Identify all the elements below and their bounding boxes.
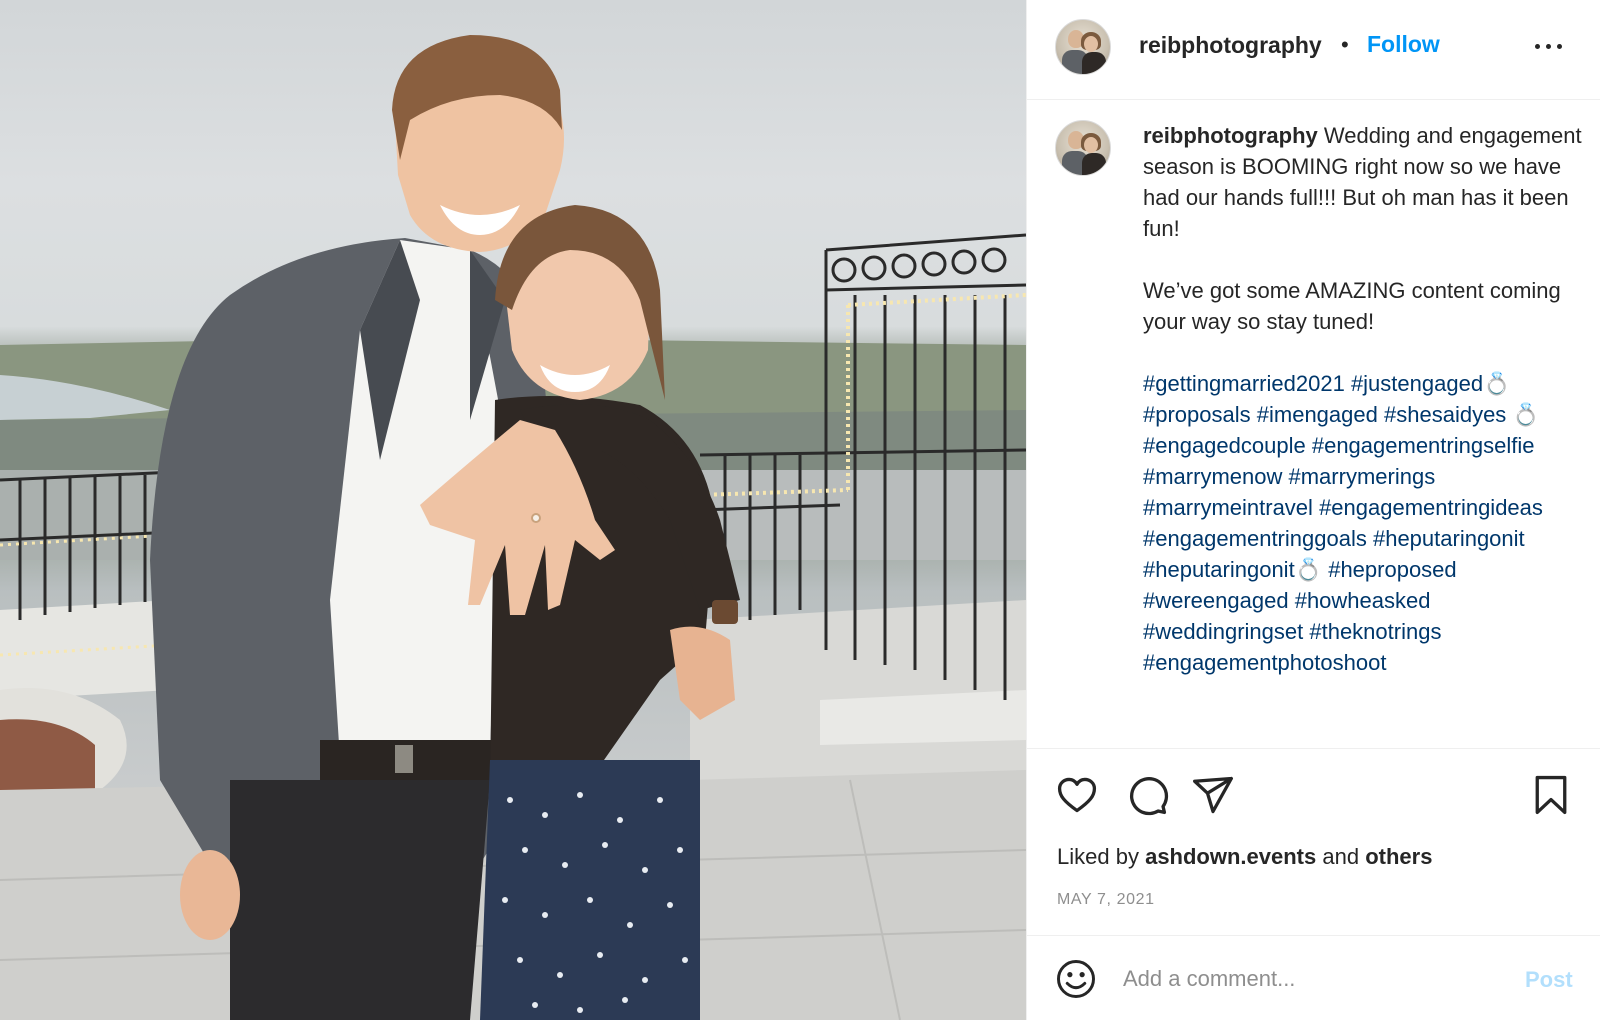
hashtag[interactable]: #heputaringonit [1373, 526, 1525, 551]
caption-avatar[interactable] [1055, 120, 1111, 176]
hashtag[interactable]: #shesaidyes 💍 [1384, 402, 1540, 427]
hashtag[interactable]: #wereengaged [1143, 588, 1289, 613]
username[interactable]: reibphotography [1139, 32, 1322, 59]
post-photo [0, 0, 1026, 1020]
caption-area: reibphotography Wedding and engagement s… [1027, 100, 1600, 748]
likes-conjunction: and [1322, 844, 1360, 869]
post-sidebar: reibphotography • Follow reibphotography… [1026, 0, 1600, 1020]
comment-input[interactable] [1123, 958, 1503, 1000]
hashtag-list: #gettingmarried2021 #justengaged💍 #propo… [1143, 368, 1583, 678]
more-options-icon[interactable] [1533, 34, 1565, 58]
hashtag[interactable]: #theknotrings [1309, 619, 1441, 644]
post-header: reibphotography • Follow [1027, 0, 1600, 100]
liked-by-others[interactable]: others [1365, 844, 1432, 869]
paper-plane-icon[interactable] [1191, 773, 1235, 817]
bookmark-icon[interactable] [1529, 773, 1573, 817]
comment-bar: Post [1027, 936, 1600, 1020]
hashtag[interactable]: #howheasked [1295, 588, 1431, 613]
hashtag[interactable]: #proposals [1143, 402, 1251, 427]
likes-prefix: Liked by [1057, 844, 1139, 869]
hashtag[interactable]: #engagementphotoshoot [1143, 650, 1386, 675]
hashtag[interactable]: #gettingmarried2021 [1143, 371, 1345, 396]
smiley-icon[interactable] [1055, 958, 1097, 1000]
follow-button[interactable]: Follow [1367, 31, 1440, 58]
hashtag[interactable]: #marrymenow [1143, 464, 1282, 489]
hashtag[interactable]: #marrymeintravel [1143, 495, 1313, 520]
hashtag[interactable]: #weddingringset [1143, 619, 1303, 644]
post-actions: Liked by ashdown.events and others MAY 7… [1027, 748, 1600, 936]
caption: reibphotography Wedding and engagement s… [1143, 120, 1583, 678]
hashtag[interactable]: #justengaged💍 [1351, 371, 1511, 396]
caption-text-2: We’ve got some AMAZING content coming yo… [1143, 278, 1561, 334]
hashtag[interactable]: #marrymerings [1289, 464, 1436, 489]
liked-by-user[interactable]: ashdown.events [1145, 844, 1316, 869]
hashtag[interactable]: #engagedcouple [1143, 433, 1306, 458]
hashtag[interactable]: #heproposed [1328, 557, 1456, 582]
hashtag[interactable]: #imengaged [1257, 402, 1378, 427]
separator-dot: • [1341, 32, 1349, 57]
avatar[interactable] [1055, 19, 1111, 75]
post-comment-button[interactable]: Post [1525, 967, 1573, 993]
caption-paragraph-1: reibphotography Wedding and engagement s… [1143, 120, 1583, 244]
caption-username[interactable]: reibphotography [1143, 123, 1318, 148]
engagement-photo-illustration [0, 35, 1026, 1020]
heart-icon[interactable] [1055, 773, 1099, 817]
hashtag[interactable]: #engagementringselfie [1312, 433, 1535, 458]
hashtag[interactable]: #engagementringideas [1319, 495, 1543, 520]
post-date[interactable]: MAY 7, 2021 [1057, 891, 1155, 909]
likes-summary: Liked by ashdown.events and others [1057, 844, 1432, 870]
hashtag[interactable]: #engagementringgoals [1143, 526, 1367, 551]
comment-icon[interactable] [1125, 773, 1169, 817]
hashtag[interactable]: #heputaringonit💍 [1143, 557, 1322, 582]
